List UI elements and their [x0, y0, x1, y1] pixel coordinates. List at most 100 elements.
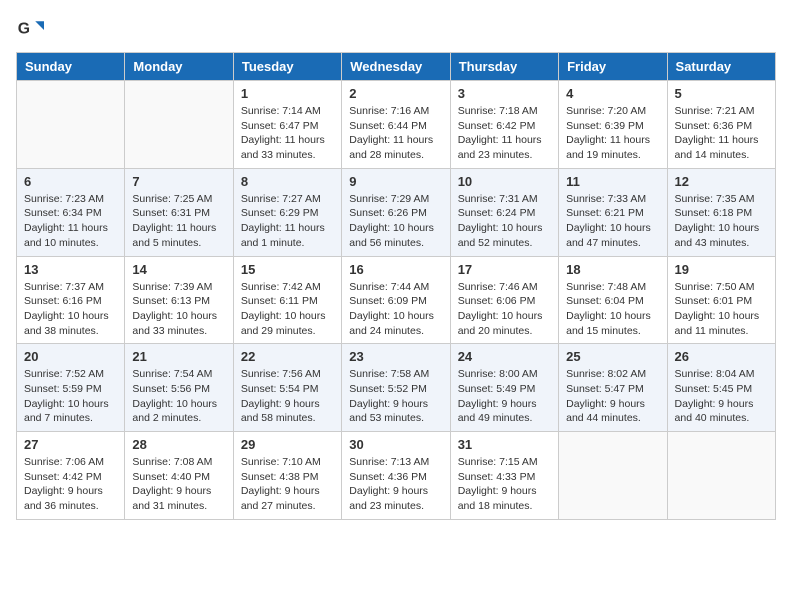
calendar-cell: 13 Sunrise: 7:37 AM Sunset: 6:16 PM Dayli… [17, 256, 125, 344]
day-number: 14 [132, 262, 225, 277]
day-number: 13 [24, 262, 117, 277]
day-info: Sunrise: 7:50 AM Sunset: 6:01 PM Dayligh… [675, 280, 768, 339]
calendar-cell [667, 432, 775, 520]
calendar-cell: 24 Sunrise: 8:00 AM Sunset: 5:49 PM Dayli… [450, 344, 558, 432]
calendar-cell: 30 Sunrise: 7:13 AM Sunset: 4:36 PM Dayli… [342, 432, 450, 520]
calendar-cell: 28Sunrise: 7:08 AM Sunset: 4:40 PM Dayli… [125, 432, 233, 520]
calendar-cell: 25Sunrise: 8:02 AM Sunset: 5:47 PM Dayli… [559, 344, 667, 432]
day-number: 1 [241, 86, 334, 101]
day-number: 26 [675, 349, 768, 364]
calendar-cell: 15Sunrise: 7:42 AM Sunset: 6:11 PM Dayli… [233, 256, 341, 344]
day-info: Sunrise: 7:23 AM Sunset: 6:34 PM Dayligh… [24, 192, 117, 251]
day-info: Sunrise: 7:44 AM Sunset: 6:09 PM Dayligh… [349, 280, 442, 339]
day-header-friday: Friday [559, 53, 667, 81]
day-number: 29 [241, 437, 334, 452]
day-info: Sunrise: 7:33 AM Sunset: 6:21 PM Dayligh… [566, 192, 659, 251]
day-info: Sunrise: 7:21 AM Sunset: 6:36 PM Dayligh… [675, 104, 768, 163]
day-header-saturday: Saturday [667, 53, 775, 81]
day-number: 27 [24, 437, 117, 452]
calendar-cell: 29 Sunrise: 7:10 AM Sunset: 4:38 PM Dayli… [233, 432, 341, 520]
day-number: 30 [349, 437, 442, 452]
day-number: 9 [349, 174, 442, 189]
calendar-cell: 14Sunrise: 7:39 AM Sunset: 6:13 PM Dayli… [125, 256, 233, 344]
day-number: 11 [566, 174, 659, 189]
calendar-cell: 21Sunrise: 7:54 AM Sunset: 5:56 PM Dayli… [125, 344, 233, 432]
day-info: Sunrise: 7:15 AM Sunset: 4:33 PM Dayligh… [458, 455, 551, 514]
day-info: Sunrise: 7:29 AM Sunset: 6:26 PM Dayligh… [349, 192, 442, 251]
day-header-tuesday: Tuesday [233, 53, 341, 81]
calendar-cell: 10Sunrise: 7:31 AM Sunset: 6:24 PM Dayli… [450, 168, 558, 256]
calendar-cell: 4Sunrise: 7:20 AM Sunset: 6:39 PM Daylig… [559, 81, 667, 169]
day-number: 3 [458, 86, 551, 101]
day-number: 20 [24, 349, 117, 364]
day-number: 5 [675, 86, 768, 101]
calendar-cell [17, 81, 125, 169]
calendar-week-row: 1 Sunrise: 7:14 AM Sunset: 6:47 PM Daylig… [17, 81, 776, 169]
day-info: Sunrise: 8:04 AM Sunset: 5:45 PM Dayligh… [675, 367, 768, 426]
calendar-cell: 23 Sunrise: 7:58 AM Sunset: 5:52 PM Dayli… [342, 344, 450, 432]
day-number: 23 [349, 349, 442, 364]
calendar-week-row: 27 Sunrise: 7:06 AM Sunset: 4:42 PM Dayli… [17, 432, 776, 520]
day-info: Sunrise: 7:46 AM Sunset: 6:06 PM Dayligh… [458, 280, 551, 339]
calendar-cell: 12Sunrise: 7:35 AM Sunset: 6:18 PM Dayli… [667, 168, 775, 256]
day-info: Sunrise: 8:02 AM Sunset: 5:47 PM Dayligh… [566, 367, 659, 426]
day-number: 17 [458, 262, 551, 277]
day-info: Sunrise: 7:10 AM Sunset: 4:38 PM Dayligh… [241, 455, 334, 514]
calendar-cell: 31 Sunrise: 7:15 AM Sunset: 4:33 PM Dayli… [450, 432, 558, 520]
calendar-cell [125, 81, 233, 169]
day-number: 18 [566, 262, 659, 277]
day-number: 24 [458, 349, 551, 364]
day-header-thursday: Thursday [450, 53, 558, 81]
calendar-cell [559, 432, 667, 520]
day-info: Sunrise: 7:27 AM Sunset: 6:29 PM Dayligh… [241, 192, 334, 251]
day-info: Sunrise: 7:56 AM Sunset: 5:54 PM Dayligh… [241, 367, 334, 426]
day-number: 22 [241, 349, 334, 364]
day-number: 2 [349, 86, 442, 101]
day-number: 21 [132, 349, 225, 364]
day-number: 12 [675, 174, 768, 189]
day-header-wednesday: Wednesday [342, 53, 450, 81]
logo: G [16, 16, 48, 44]
calendar-cell: 26 Sunrise: 8:04 AM Sunset: 5:45 PM Dayli… [667, 344, 775, 432]
calendar-cell: 27 Sunrise: 7:06 AM Sunset: 4:42 PM Dayli… [17, 432, 125, 520]
day-info: Sunrise: 8:00 AM Sunset: 5:49 PM Dayligh… [458, 367, 551, 426]
calendar-cell: 2 Sunrise: 7:16 AM Sunset: 6:44 PM Daylig… [342, 81, 450, 169]
header: G [16, 16, 776, 44]
day-number: 31 [458, 437, 551, 452]
calendar-cell: 7 Sunrise: 7:25 AM Sunset: 6:31 PM Daylig… [125, 168, 233, 256]
day-info: Sunrise: 7:16 AM Sunset: 6:44 PM Dayligh… [349, 104, 442, 163]
calendar-cell: 20 Sunrise: 7:52 AM Sunset: 5:59 PM Dayli… [17, 344, 125, 432]
day-info: Sunrise: 7:06 AM Sunset: 4:42 PM Dayligh… [24, 455, 117, 514]
calendar: SundayMondayTuesdayWednesdayThursdayFrid… [16, 52, 776, 520]
day-number: 19 [675, 262, 768, 277]
calendar-cell: 3 Sunrise: 7:18 AM Sunset: 6:42 PM Daylig… [450, 81, 558, 169]
day-number: 6 [24, 174, 117, 189]
calendar-cell: 11 Sunrise: 7:33 AM Sunset: 6:21 PM Dayli… [559, 168, 667, 256]
calendar-cell: 16Sunrise: 7:44 AM Sunset: 6:09 PM Dayli… [342, 256, 450, 344]
day-info: Sunrise: 7:18 AM Sunset: 6:42 PM Dayligh… [458, 104, 551, 163]
calendar-week-row: 13 Sunrise: 7:37 AM Sunset: 6:16 PM Dayli… [17, 256, 776, 344]
calendar-cell: 1 Sunrise: 7:14 AM Sunset: 6:47 PM Daylig… [233, 81, 341, 169]
calendar-cell: 5 Sunrise: 7:21 AM Sunset: 6:36 PM Daylig… [667, 81, 775, 169]
day-info: Sunrise: 7:14 AM Sunset: 6:47 PM Dayligh… [241, 104, 334, 163]
calendar-week-row: 6 Sunrise: 7:23 AM Sunset: 6:34 PM Daylig… [17, 168, 776, 256]
day-info: Sunrise: 7:48 AM Sunset: 6:04 PM Dayligh… [566, 280, 659, 339]
calendar-week-row: 20 Sunrise: 7:52 AM Sunset: 5:59 PM Dayli… [17, 344, 776, 432]
calendar-header-row: SundayMondayTuesdayWednesdayThursdayFrid… [17, 53, 776, 81]
day-info: Sunrise: 7:13 AM Sunset: 4:36 PM Dayligh… [349, 455, 442, 514]
svg-text:G: G [18, 21, 30, 38]
day-info: Sunrise: 7:08 AM Sunset: 4:40 PM Dayligh… [132, 455, 225, 514]
day-header-monday: Monday [125, 53, 233, 81]
day-info: Sunrise: 7:25 AM Sunset: 6:31 PM Dayligh… [132, 192, 225, 251]
day-info: Sunrise: 7:20 AM Sunset: 6:39 PM Dayligh… [566, 104, 659, 163]
calendar-cell: 6 Sunrise: 7:23 AM Sunset: 6:34 PM Daylig… [17, 168, 125, 256]
calendar-cell: 8 Sunrise: 7:27 AM Sunset: 6:29 PM Daylig… [233, 168, 341, 256]
logo-icon: G [16, 16, 44, 44]
day-info: Sunrise: 7:58 AM Sunset: 5:52 PM Dayligh… [349, 367, 442, 426]
calendar-cell: 19 Sunrise: 7:50 AM Sunset: 6:01 PM Dayli… [667, 256, 775, 344]
day-header-sunday: Sunday [17, 53, 125, 81]
day-info: Sunrise: 7:37 AM Sunset: 6:16 PM Dayligh… [24, 280, 117, 339]
day-number: 7 [132, 174, 225, 189]
day-info: Sunrise: 7:52 AM Sunset: 5:59 PM Dayligh… [24, 367, 117, 426]
day-number: 8 [241, 174, 334, 189]
